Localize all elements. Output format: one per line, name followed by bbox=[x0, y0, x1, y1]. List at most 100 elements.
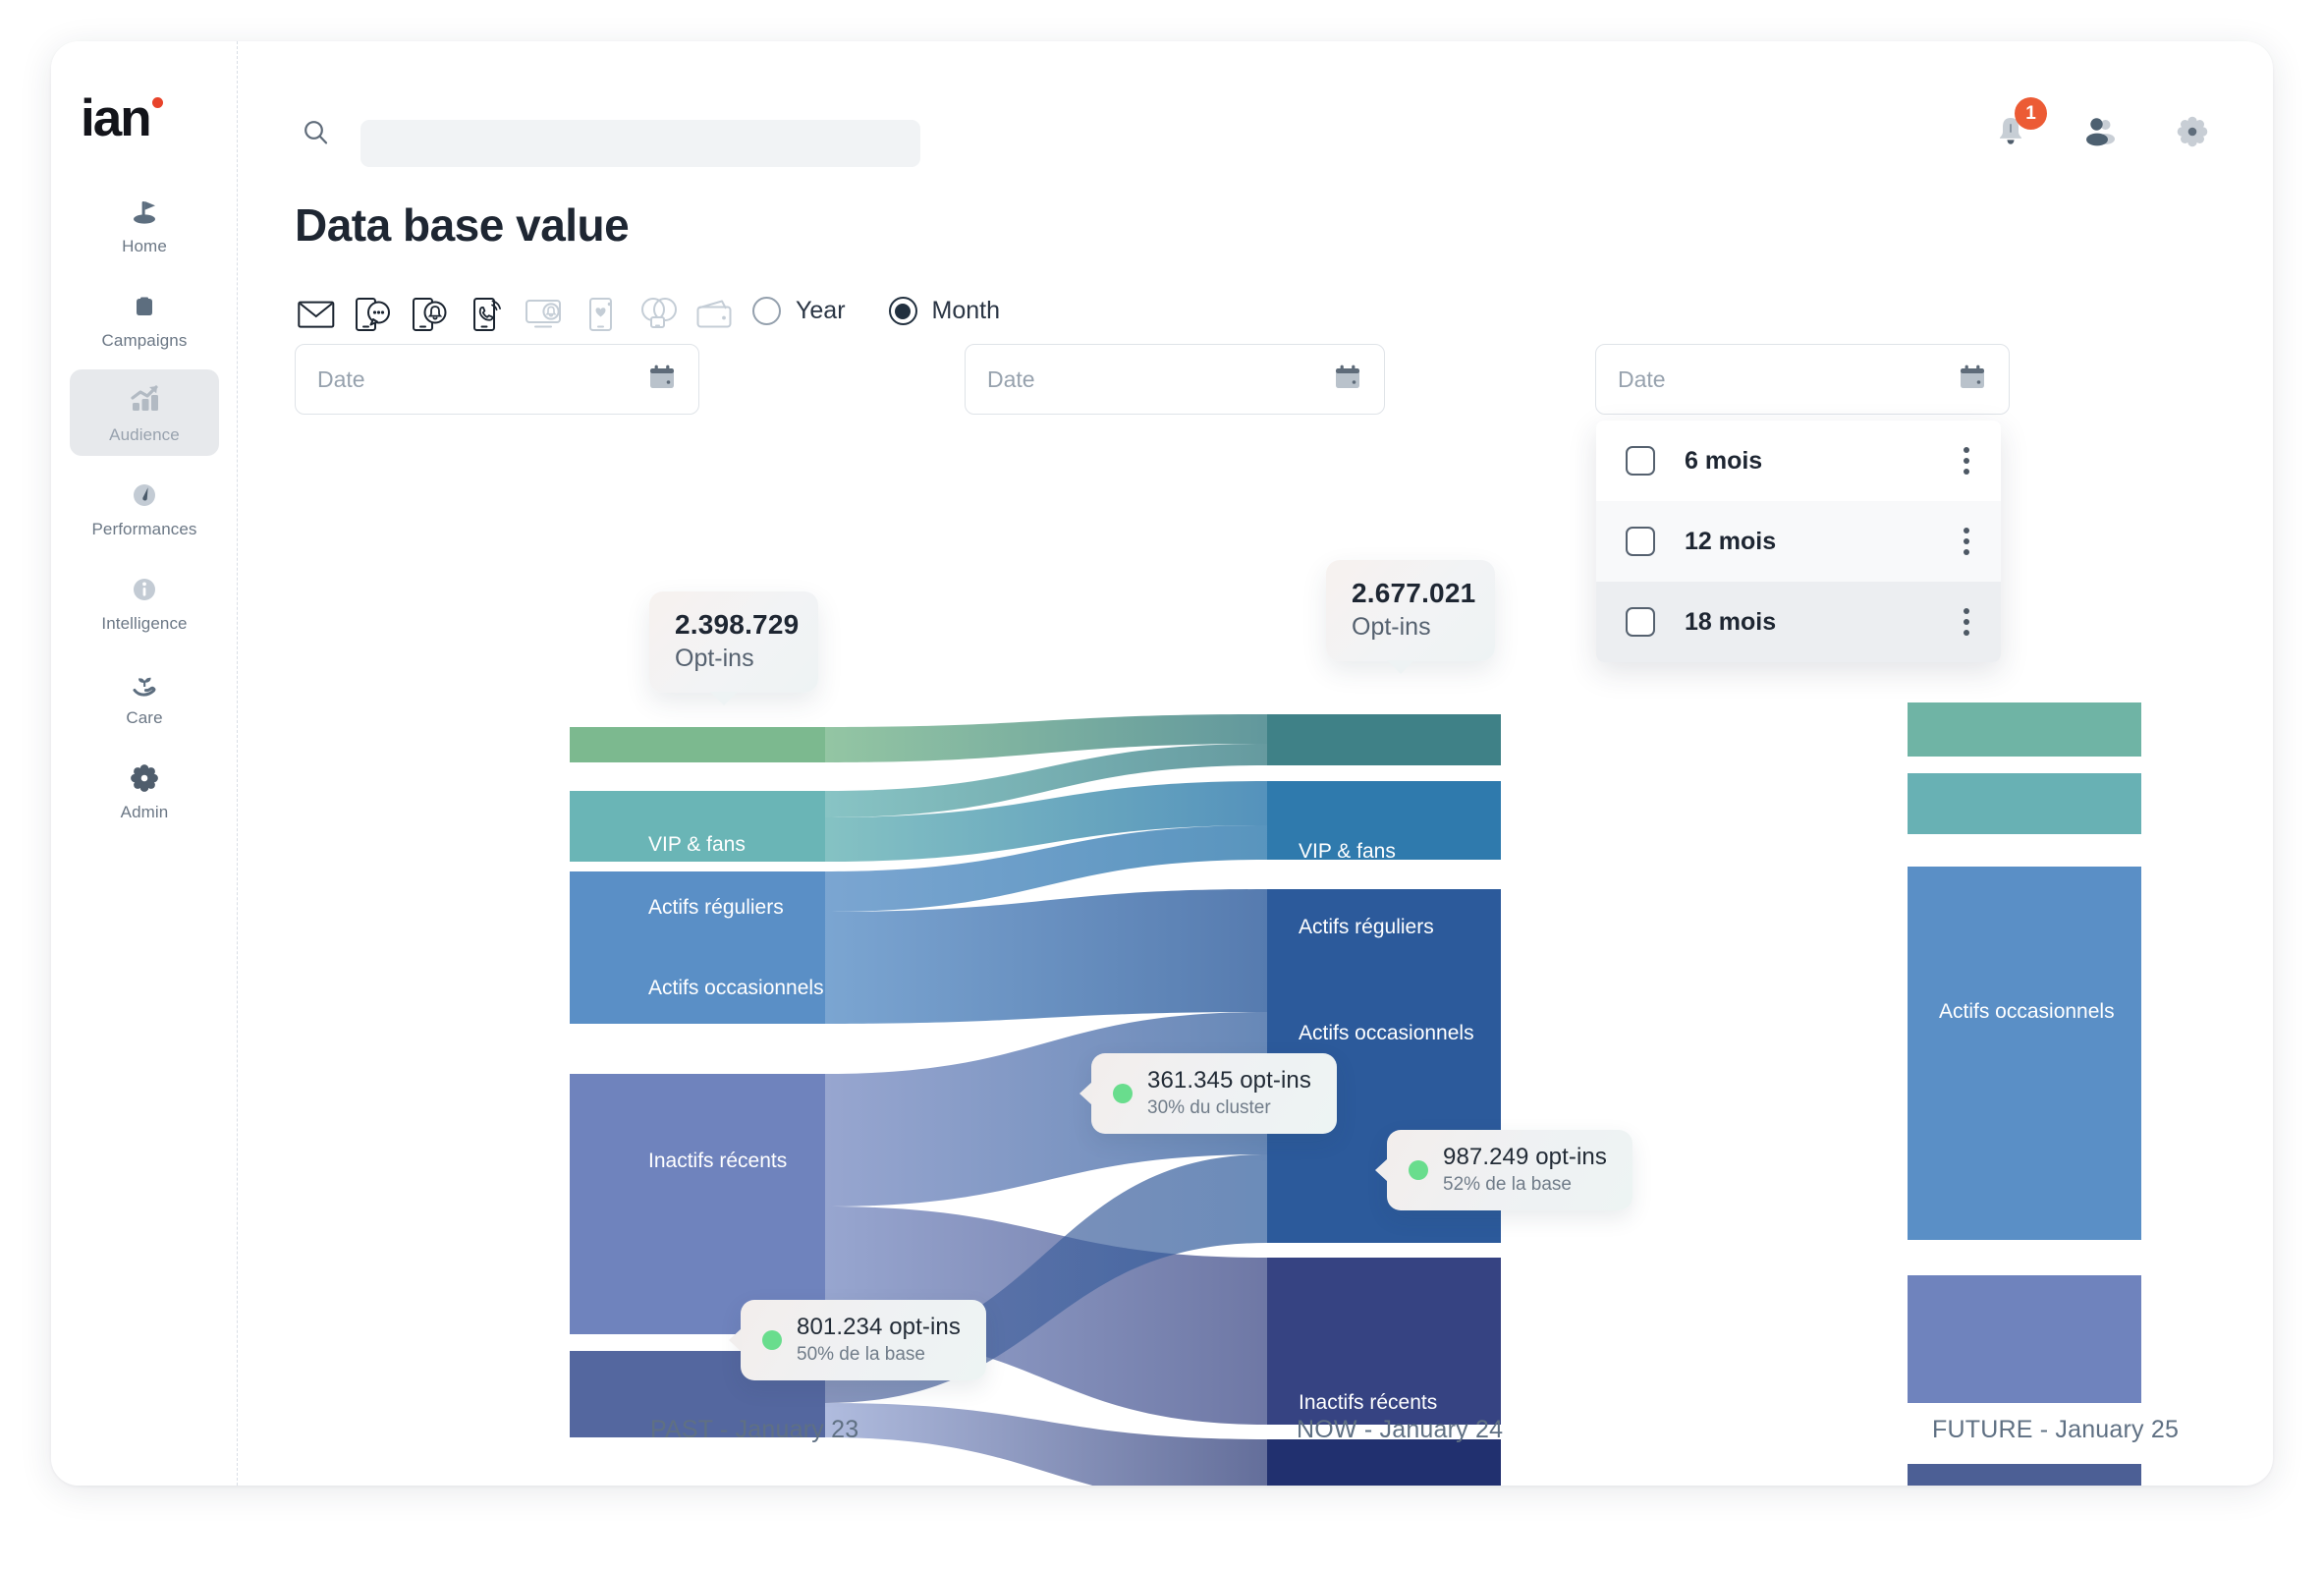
sidebar-item-audience[interactable]: Audience bbox=[70, 369, 219, 456]
sankey-node-label: VIP & fans bbox=[648, 833, 746, 856]
wallet-icon[interactable] bbox=[693, 293, 737, 336]
sankey-node bbox=[1908, 702, 2141, 757]
more-options-icon[interactable] bbox=[1960, 604, 1973, 640]
months-option-label: 12 mois bbox=[1685, 527, 1777, 555]
date-field-now[interactable]: Date bbox=[965, 344, 1385, 415]
sankey-node-label: Inactifs 24 mois bbox=[648, 1446, 792, 1469]
notification-badge: 1 bbox=[2015, 97, 2047, 130]
calendar-icon[interactable] bbox=[1958, 363, 1987, 397]
voice-icon[interactable] bbox=[466, 293, 509, 336]
page-content: Data base value Year Month Date Date Dat… bbox=[238, 157, 2273, 1486]
sidebar-item-label: Intelligence bbox=[101, 614, 188, 633]
push-icon[interactable] bbox=[409, 293, 452, 336]
more-options-icon[interactable] bbox=[1960, 524, 1973, 559]
gear-icon[interactable] bbox=[2171, 110, 2214, 158]
briefcase-icon bbox=[125, 287, 164, 326]
sankey-node bbox=[1267, 1258, 1501, 1425]
callout-value: 361.345 opt-ins bbox=[1147, 1067, 1311, 1094]
callout-cluster: 361.345 opt-ins 30% du cluster bbox=[1079, 1053, 1337, 1134]
bell-icon[interactable]: 1 bbox=[1990, 97, 2047, 157]
months-option-label: 18 mois bbox=[1685, 607, 1777, 636]
cog-icon bbox=[125, 758, 164, 798]
sankey-node bbox=[570, 871, 825, 1024]
callout-value: 987.249 opt-ins bbox=[1443, 1144, 1607, 1170]
period-radio-group: Year Month bbox=[752, 297, 1000, 325]
sidebar-item-admin[interactable]: Admin bbox=[70, 747, 219, 833]
sankey-node bbox=[570, 791, 825, 862]
radio-label: Year bbox=[796, 297, 846, 324]
sms-icon[interactable] bbox=[352, 293, 395, 336]
checkbox-icon[interactable] bbox=[1626, 607, 1655, 637]
sankey-node-label: Actifs réguliers bbox=[1299, 916, 1434, 938]
sankey-node bbox=[1908, 1464, 2141, 1486]
total-value: 2.677.021 bbox=[1352, 578, 1476, 608]
radio-circle-icon bbox=[752, 297, 781, 325]
sankey-node-label: Actifs occasionnels bbox=[1939, 1000, 2115, 1023]
calendar-icon[interactable] bbox=[1333, 363, 1362, 397]
date-placeholder: Date bbox=[987, 365, 1035, 392]
header-actions: 1 bbox=[1990, 97, 2214, 158]
sprout-hand-icon bbox=[124, 664, 165, 703]
callout-inactifs-recents: 801.234 opt-ins 50% de la base bbox=[729, 1300, 986, 1380]
sidebar-item-label: Performances bbox=[91, 520, 197, 538]
sidebar-item-care[interactable]: Care bbox=[70, 652, 219, 739]
axis-label-past: PAST - January 23 bbox=[650, 1416, 859, 1443]
info-icon bbox=[125, 570, 164, 609]
sankey-node bbox=[570, 727, 825, 762]
brand-dot-icon bbox=[151, 97, 163, 108]
date-placeholder: Date bbox=[317, 365, 365, 392]
sankey-node bbox=[570, 1074, 825, 1334]
radio-label: Month bbox=[931, 297, 1000, 324]
sankey-node bbox=[1908, 1275, 2141, 1403]
search-icon[interactable] bbox=[302, 118, 331, 152]
axis-label-future: FUTURE - January 25 bbox=[1932, 1416, 2180, 1443]
sidebar-item-performances[interactable]: Performances bbox=[70, 464, 219, 550]
sidebar: ian Home Campaigns Audience Performances… bbox=[51, 41, 238, 1486]
checkbox-icon[interactable] bbox=[1626, 446, 1655, 476]
app-window: ian Home Campaigns Audience Performances… bbox=[51, 41, 2273, 1486]
status-dot-icon bbox=[1113, 1083, 1133, 1103]
user-icon[interactable] bbox=[2078, 111, 2124, 157]
sankey-node-label: Actifs occasionnels bbox=[1299, 1022, 1474, 1044]
months-option-label: 6 mois bbox=[1685, 446, 1763, 475]
sankey-node bbox=[1267, 781, 1501, 860]
more-options-icon[interactable] bbox=[1960, 443, 1973, 478]
sankey-node-label: Inactifs récents bbox=[1299, 1391, 1438, 1414]
email-icon[interactable] bbox=[295, 293, 338, 336]
callout-sub: 30% du cluster bbox=[1147, 1097, 1271, 1118]
date-field-past[interactable]: Date bbox=[295, 344, 699, 415]
checkbox-icon[interactable] bbox=[1626, 527, 1655, 556]
calendar-icon[interactable] bbox=[647, 363, 677, 397]
total-caption: Opt-ins bbox=[1352, 613, 1431, 641]
display-ad-icon[interactable] bbox=[523, 293, 566, 336]
total-caption: Opt-ins bbox=[675, 645, 754, 672]
sankey-node-label: VIP & fans bbox=[1299, 840, 1396, 863]
months-option-6[interactable]: 6 mois bbox=[1596, 421, 2001, 501]
sidebar-item-intelligence[interactable]: Intelligence bbox=[70, 558, 219, 645]
callout-value: 801.234 opt-ins bbox=[797, 1314, 961, 1340]
mobile-heart-icon[interactable] bbox=[580, 293, 623, 336]
channel-filter-row bbox=[295, 293, 737, 336]
brand-logo[interactable]: ian bbox=[81, 92, 163, 144]
months-option-12[interactable]: 12 mois bbox=[1596, 501, 2001, 582]
chart-up-icon bbox=[124, 381, 165, 421]
sidebar-item-campaigns[interactable]: Campaigns bbox=[70, 275, 219, 362]
sidebar-item-label: Admin bbox=[120, 803, 169, 821]
sankey-node bbox=[1267, 1439, 1501, 1486]
date-field-future[interactable]: Date bbox=[1595, 344, 2010, 415]
sidebar-item-label: Audience bbox=[109, 425, 180, 444]
radio-month[interactable]: Month bbox=[888, 297, 1000, 325]
total-value: 2.398.729 bbox=[675, 609, 800, 640]
header: 1 bbox=[238, 41, 2273, 167]
status-dot-icon bbox=[1409, 1159, 1428, 1180]
social-icon[interactable] bbox=[636, 293, 680, 336]
page-title: Data base value bbox=[295, 199, 630, 251]
sidebar-nav: Home Campaigns Audience Performances Int… bbox=[61, 181, 228, 841]
radio-year[interactable]: Year bbox=[752, 297, 846, 325]
sankey-node bbox=[1908, 773, 2141, 834]
date-placeholder: Date bbox=[1618, 365, 1666, 392]
sankey-node-label: Inactifs récents bbox=[648, 1150, 788, 1172]
months-option-18[interactable]: 18 mois bbox=[1596, 582, 2001, 662]
sidebar-item-home[interactable]: Home bbox=[70, 181, 219, 267]
callout-sub: 50% de la base bbox=[797, 1344, 925, 1365]
